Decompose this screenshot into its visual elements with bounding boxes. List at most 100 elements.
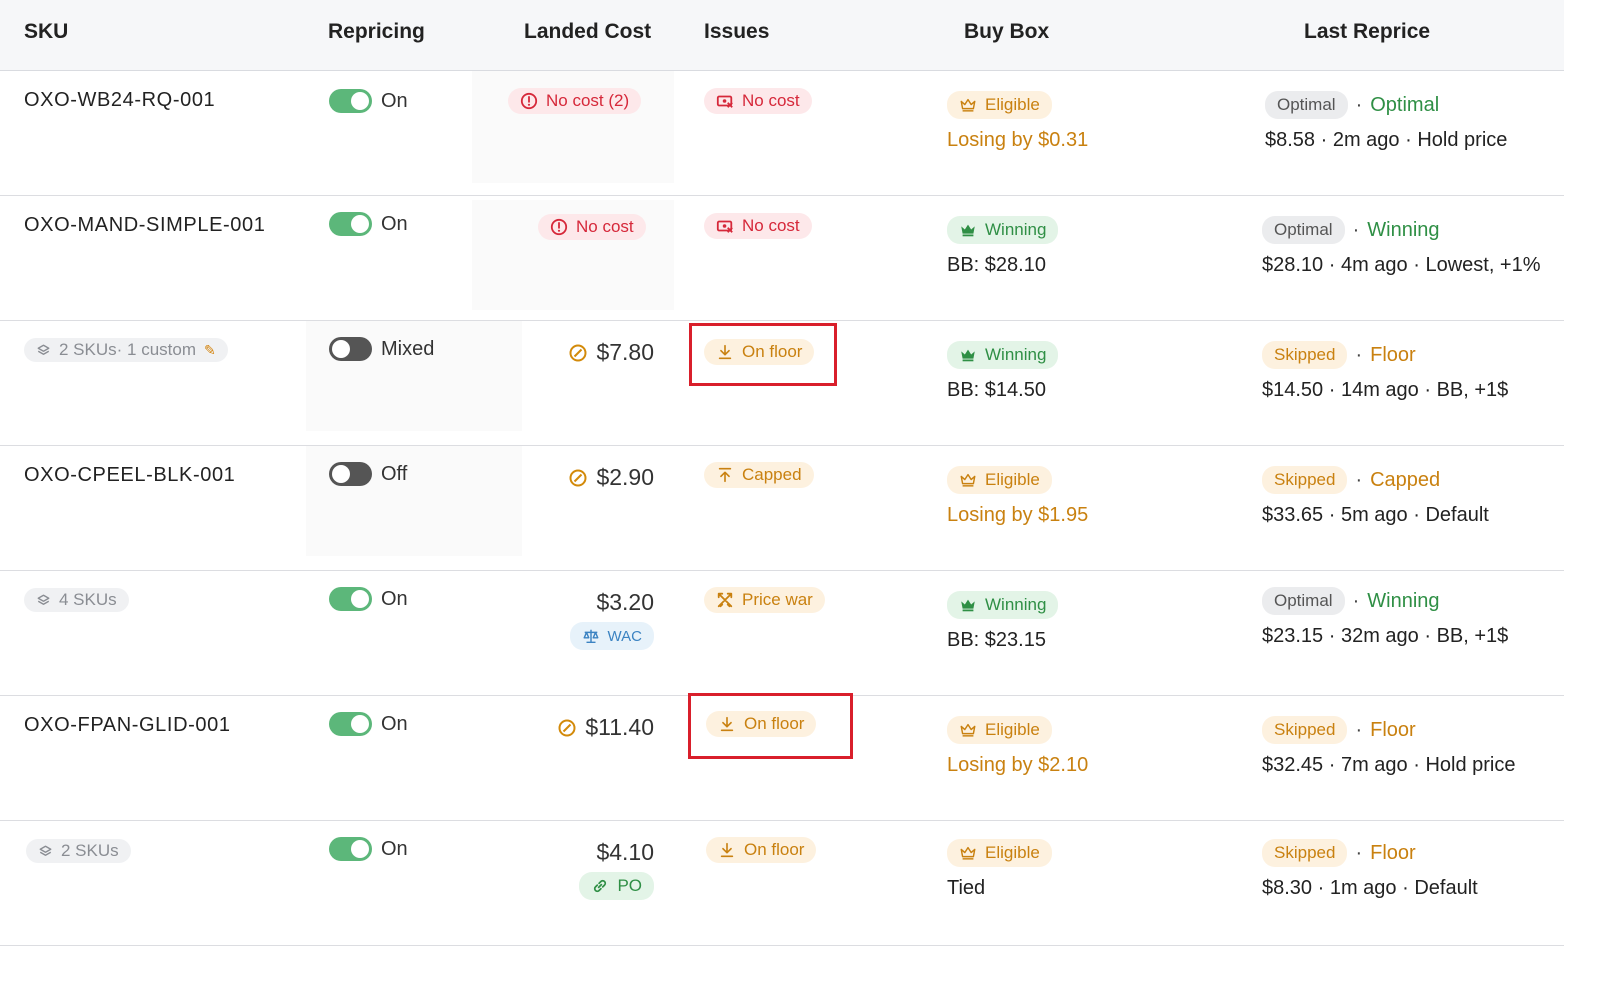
column-header-repricing[interactable]: Repricing (328, 20, 425, 44)
reprice-price: $14.50 (1262, 379, 1324, 401)
table-row[interactable]: OXO-FPAN-GLID-001 On $11.40 On floor Eli… (0, 693, 1564, 821)
buy-box-badge: Winning (947, 341, 1059, 369)
reprice-status: Winning (1367, 218, 1440, 241)
reprice-price: $8.30 (1262, 877, 1313, 899)
landed-cost-value: $2.90 (596, 464, 654, 490)
table-row[interactable]: OXO-MAND-SIMPLE-001 On No cost No cost W… (0, 196, 1564, 321)
buy-box-status: Eligible (985, 470, 1040, 489)
issue-badge[interactable]: On floor (706, 837, 817, 864)
sku-label[interactable]: OXO-CPEEL-BLK-001 (24, 464, 235, 487)
repricing-toggle-group: On (329, 89, 408, 113)
sku-group[interactable]: 2 SKUs· 1 custom ✎ (24, 338, 228, 363)
column-header-buy-box[interactable]: Buy Box (964, 20, 1049, 44)
repricing-toggle[interactable] (329, 89, 372, 113)
buy-box-detail: Tied (947, 877, 986, 899)
reprice-time: 7m ago (1340, 754, 1408, 776)
crown-icon (959, 221, 977, 239)
column-header-sku[interactable]: SKU (24, 20, 68, 44)
last-reprice-cell: Skipped · Floor $32.45 · 7m ago · Hold p… (1262, 716, 1516, 777)
pencil-icon[interactable]: ✎ (204, 342, 216, 359)
table-row[interactable]: 4 SKUs On $3.20 WAC Price war Winning BB… (0, 571, 1564, 696)
crown-outline-icon (959, 471, 977, 489)
reprice-result-badge: Optimal (1262, 587, 1345, 615)
reprice-price: $8.58 (1265, 129, 1316, 151)
buy-box-status: Eligible (985, 720, 1040, 739)
sku-group[interactable]: 2 SKUs (26, 839, 131, 864)
no-cost-icon (716, 217, 734, 235)
issue-badge[interactable]: Capped (704, 462, 814, 489)
reprice-status: Winning (1367, 589, 1440, 612)
table-row[interactable]: 2 SKUs On $4.10 PO On floor Eligible Tie… (0, 821, 1564, 946)
issue-label: Capped (742, 465, 802, 484)
reprice-rule: BB, +1$ (1436, 625, 1509, 647)
buy-box-status: Winning (985, 220, 1047, 239)
reprice-detail: $8.58 · 2m ago · Hold price (1265, 129, 1508, 151)
last-reprice-cell: Skipped · Floor $14.50 · 14m ago · BB, +… (1262, 341, 1508, 402)
issue-badge[interactable]: No cost (704, 88, 812, 115)
highlight-box (689, 323, 837, 386)
repricing-toggle[interactable] (329, 837, 372, 861)
reprice-rule: Hold price (1417, 129, 1508, 151)
buy-box-detail: Losing by $1.95 (947, 504, 1089, 526)
reprice-detail: $23.15 · 32m ago · BB, +1$ (1262, 625, 1509, 647)
repricing-toggle[interactable] (329, 462, 372, 486)
buy-box-cell: Winning BB: $28.10 (947, 216, 1059, 277)
landed-cost-value: $4.10 (596, 839, 654, 865)
last-reprice-cell: Optimal · Winning $23.15 · 32m ago · BB,… (1262, 587, 1508, 648)
landed-cost-cell: $4.10 PO (579, 839, 654, 900)
column-header-last-reprice[interactable]: Last Reprice (1304, 20, 1430, 44)
cost-badge[interactable]: No cost (538, 214, 646, 241)
table-row[interactable]: 2 SKUs· 1 custom ✎ Mixed $7.80 On floor … (0, 321, 1564, 446)
buy-box-badge: Eligible (947, 91, 1052, 119)
cost-source-badge[interactable]: WAC (569, 622, 654, 650)
repricing-toggle[interactable] (329, 712, 372, 736)
reprice-time: 32m ago (1340, 625, 1419, 647)
repricing-state: On (381, 837, 408, 860)
cost-badge-label: No cost (2) (546, 91, 630, 110)
reprice-detail: $14.50 · 14m ago · BB, +1$ (1262, 379, 1509, 401)
repricing-toggle[interactable] (329, 587, 372, 611)
reprice-time: 1m ago (1329, 877, 1397, 899)
repricing-toggle-group: On (329, 587, 408, 611)
sku-label[interactable]: OXO-FPAN-GLID-001 (24, 714, 231, 737)
highlight-box (688, 693, 853, 759)
table-row[interactable]: OXO-CPEEL-BLK-001 Off $2.90 Capped Eligi… (0, 446, 1564, 571)
cost-source-badge[interactable]: PO (579, 872, 654, 900)
sku-label[interactable]: OXO-MAND-SIMPLE-001 (24, 214, 265, 237)
last-reprice-cell: Optimal · Winning $28.10 · 4m ago · Lowe… (1262, 216, 1541, 277)
last-reprice-cell: Skipped · Floor $8.30 · 1m ago · Default (1262, 839, 1478, 900)
ban-icon (568, 468, 588, 488)
column-header-landed-cost[interactable]: Landed Cost (524, 20, 651, 44)
arrow-down-to-line-icon (718, 841, 736, 859)
reprice-rule: Lowest, +1% (1425, 254, 1541, 276)
sku-label[interactable]: OXO-WB24-RQ-001 (24, 89, 215, 112)
landed-cost-value: $7.80 (596, 339, 654, 365)
repricing-state: Off (381, 462, 408, 485)
reprice-detail: $33.65 · 5m ago · Default (1262, 504, 1489, 526)
cost-badge-label: No cost (576, 217, 634, 236)
scale-icon (582, 627, 600, 645)
repricing-toggle-group: Off (329, 462, 407, 486)
issue-badge[interactable]: Price war (704, 587, 825, 614)
buy-box-cell: Eligible Tied (947, 839, 1052, 900)
ban-icon (568, 343, 588, 363)
reprice-status: Capped (1370, 468, 1441, 491)
swords-icon (716, 591, 734, 609)
landed-cost-cell: $3.20 WAC (569, 589, 654, 650)
layers-icon (38, 844, 53, 859)
reprice-result-badge: Skipped (1262, 466, 1348, 494)
reprice-price: $33.65 (1262, 504, 1324, 526)
repricing-toggle[interactable] (329, 212, 372, 236)
repricing-toggle[interactable] (329, 337, 372, 361)
table-row[interactable]: OXO-WB24-RQ-001 On No cost (2) No cost E… (0, 71, 1564, 196)
sku-group[interactable]: 4 SKUs (24, 588, 129, 613)
buy-box-badge: Eligible (947, 839, 1052, 867)
cost-source-label: PO (617, 876, 642, 895)
crown-icon (959, 596, 977, 614)
buy-box-status: Eligible (985, 95, 1040, 114)
buy-box-cell: Winning BB: $14.50 (947, 341, 1059, 402)
issue-badge[interactable]: No cost (704, 213, 812, 240)
column-header-issues[interactable]: Issues (704, 20, 769, 44)
cost-badge[interactable]: No cost (2) (508, 88, 642, 115)
buy-box-detail: Losing by $0.31 (947, 129, 1089, 151)
